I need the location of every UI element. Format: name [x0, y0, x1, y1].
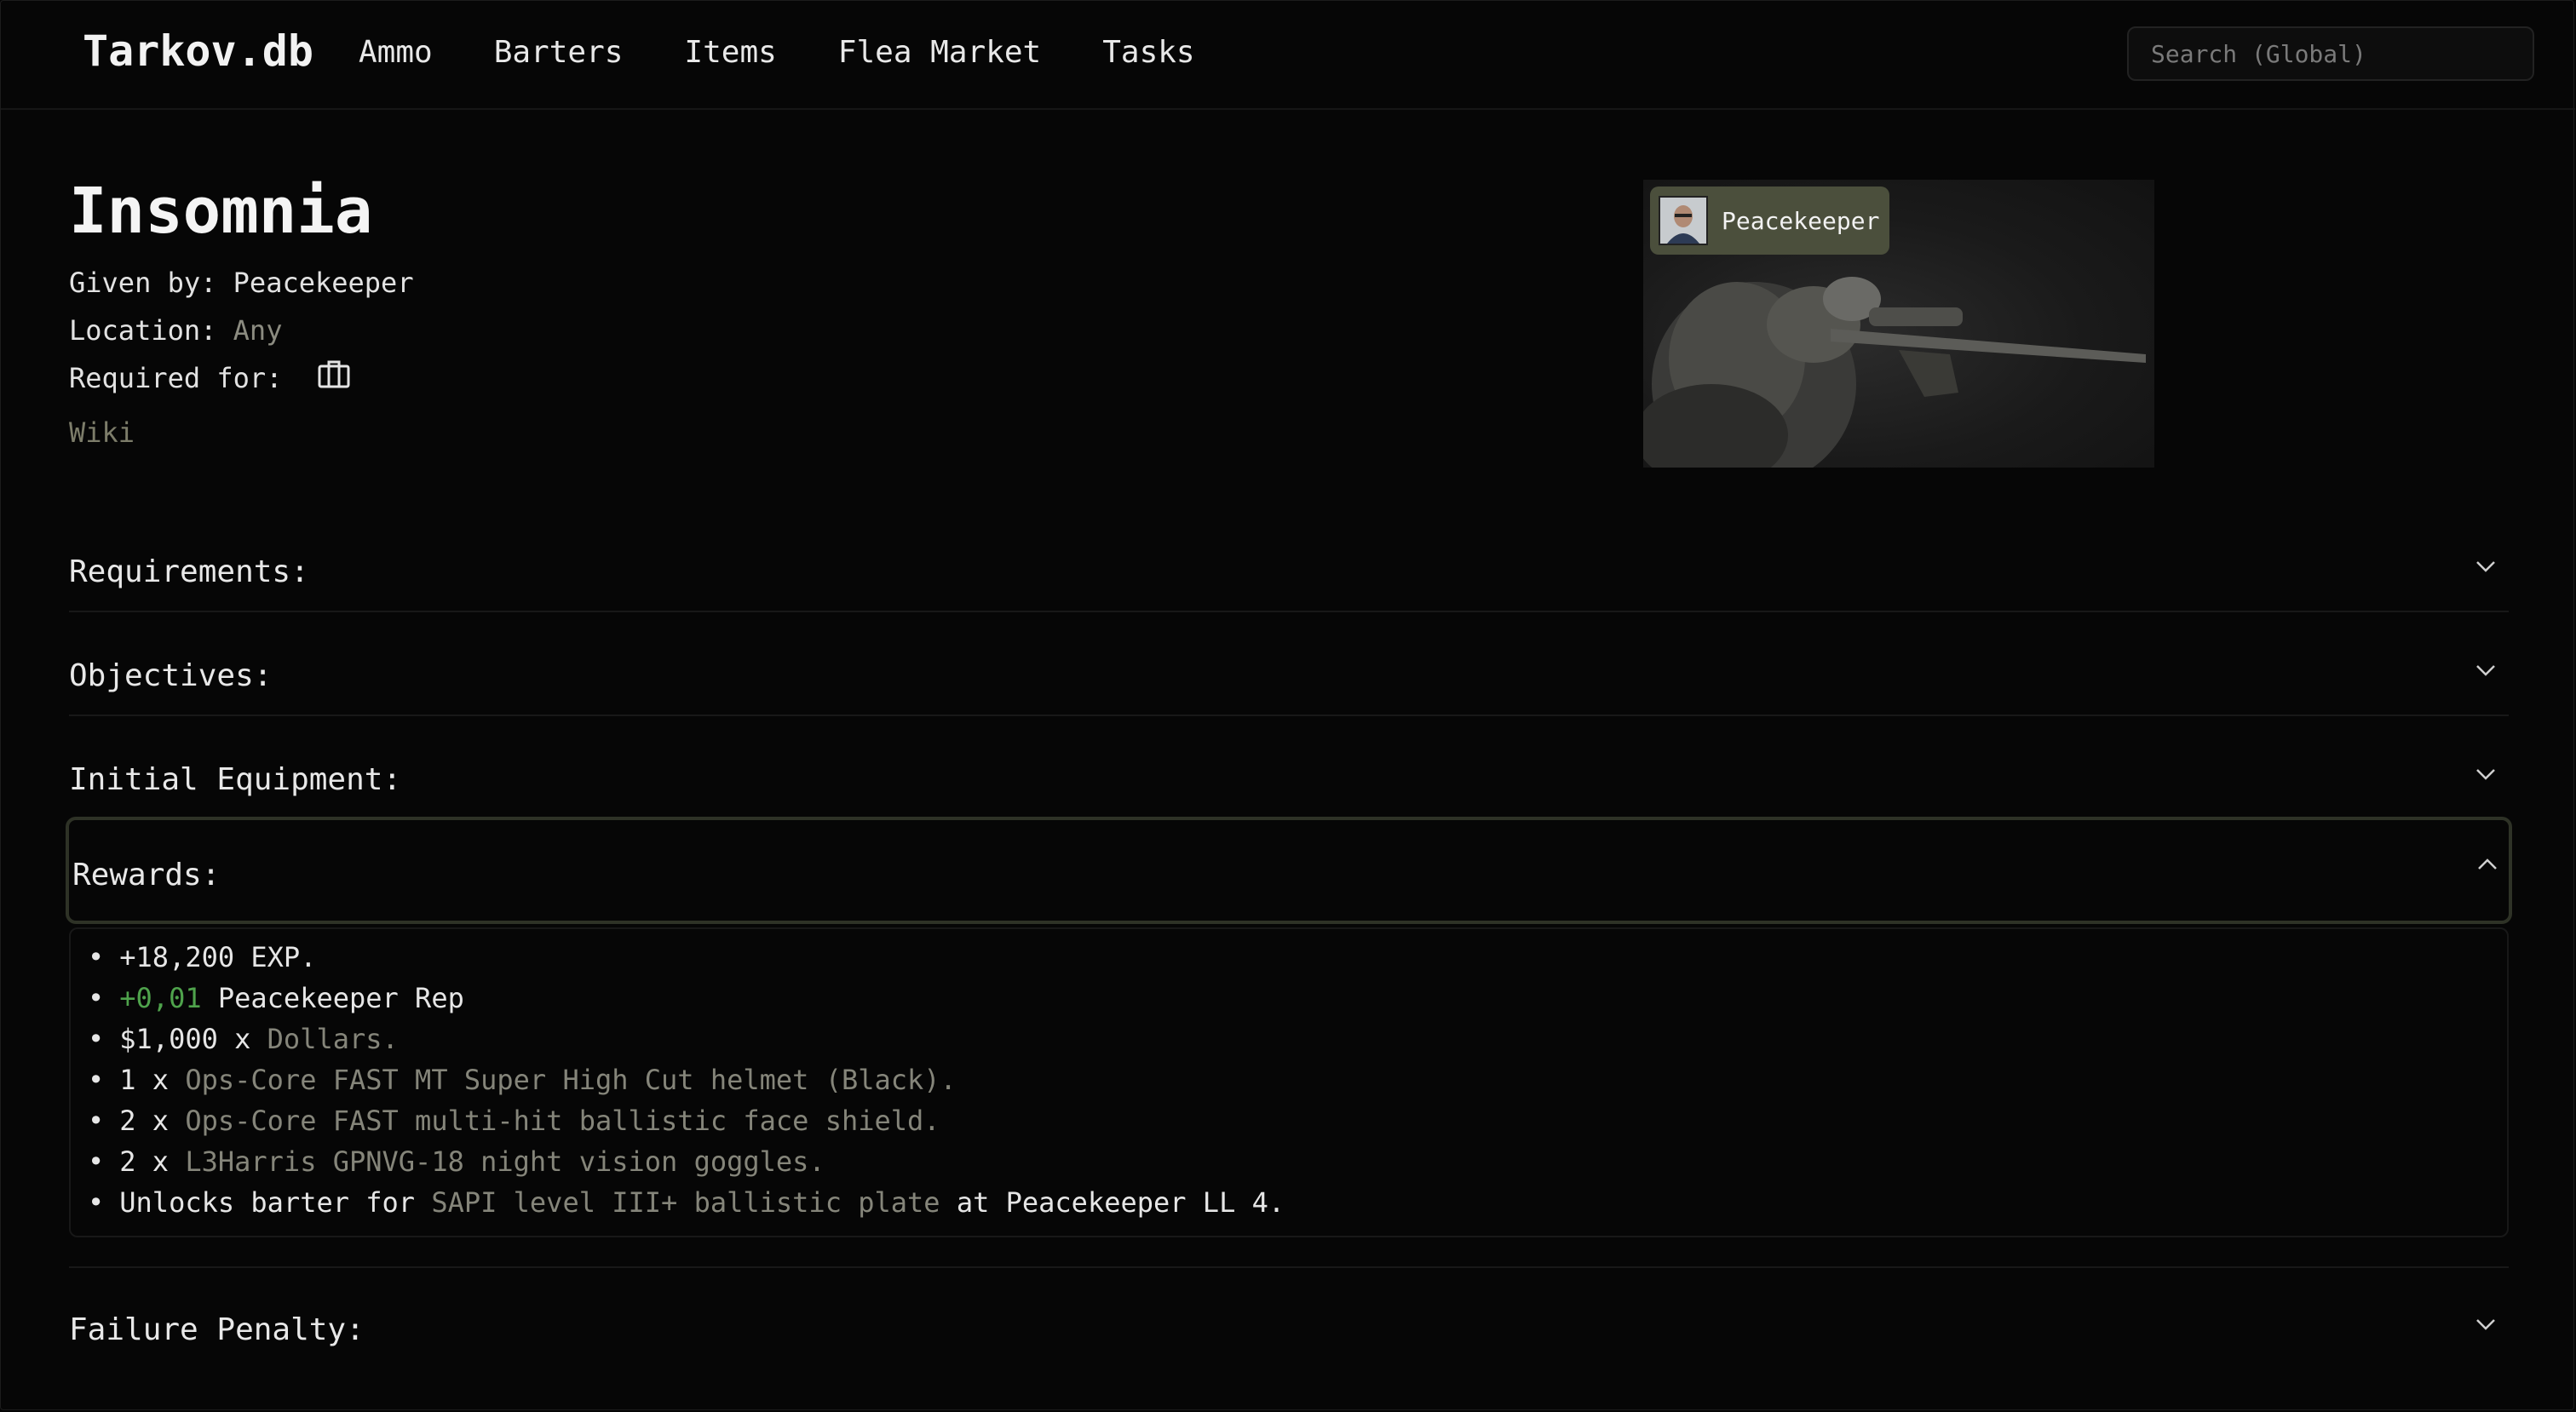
- section-objectives-label: Objectives:: [69, 658, 273, 693]
- location-line: Location: Any: [69, 314, 282, 347]
- briefcase-icon[interactable]: [318, 359, 350, 395]
- reward-item: • 2 x L3Harris GPNVG-18 night vision gogg…: [88, 1145, 825, 1178]
- item-link-sapi-plate[interactable]: SAPI level III+ ballistic plate: [431, 1186, 940, 1219]
- given-by-line: Given by: Peacekeeper: [69, 267, 414, 299]
- task-title: Insomnia: [69, 175, 373, 248]
- nav-barters[interactable]: Barters: [494, 35, 624, 70]
- item-link-face-shield[interactable]: Ops-Core FAST multi-hit ballistic face s…: [185, 1105, 940, 1137]
- section-requirements-label: Requirements:: [69, 554, 309, 589]
- chevron-down-icon: [2475, 1317, 2497, 1335]
- reward-item: • 1 x Ops-Core FAST MT Super High Cut hel…: [88, 1064, 957, 1096]
- rep-label: Peacekeeper Rep: [217, 982, 464, 1014]
- location-label: Location:: [69, 314, 217, 347]
- nav-items[interactable]: Items: [684, 35, 776, 70]
- app-window: Tarkov.db Ammo Barters Items Flea Market…: [0, 0, 2575, 1410]
- rep-value: +0,01: [119, 982, 202, 1014]
- section-rewards-label: Rewards:: [72, 858, 221, 893]
- section-rewards[interactable]: Rewards:: [66, 817, 2512, 924]
- item-link-dollars[interactable]: Dollars.: [267, 1023, 399, 1055]
- item-link-helmet[interactable]: Ops-Core FAST MT Super High Cut helmet (…: [185, 1064, 956, 1096]
- wiki-link[interactable]: Wiki: [69, 416, 135, 449]
- reward-item: • 2 x Ops-Core FAST multi-hit ballistic f…: [88, 1105, 940, 1137]
- section-requirements[interactable]: Requirements:: [69, 510, 2509, 612]
- reward-exp: • +18,200 EXP.: [88, 941, 317, 973]
- reward-money: • $1,000 x Dollars.: [88, 1023, 399, 1055]
- trader-avatar: [1659, 196, 1708, 245]
- chevron-down-icon: [2475, 560, 2497, 577]
- required-for-label: Required for:: [69, 362, 283, 394]
- reward-barter-unlock: • Unlocks barter for SAPI level III+ ball…: [88, 1186, 1285, 1219]
- trader-name: Peacekeeper: [1722, 206, 1880, 235]
- section-initial-equipment[interactable]: Initial Equipment:: [69, 718, 2509, 820]
- nav-tasks[interactable]: Tasks: [1102, 35, 1194, 70]
- section-initial-equipment-label: Initial Equipment:: [69, 762, 402, 797]
- global-search-input[interactable]: [2127, 26, 2534, 81]
- nav-flea-market[interactable]: Flea Market: [838, 35, 1041, 70]
- section-failure-penalty[interactable]: Failure Penalty:: [69, 1266, 2509, 1369]
- section-objectives[interactable]: Objectives:: [69, 614, 2509, 716]
- main-nav: Ammo Barters Items Flea Market Tasks: [359, 35, 1195, 70]
- trader-badge[interactable]: Peacekeeper: [1650, 187, 1890, 255]
- nav-ammo[interactable]: Ammo: [359, 35, 433, 70]
- rewards-list: • +18,200 EXP. • +0,01 Peacekeeper Rep • $1…: [69, 927, 2509, 1237]
- item-link-nvg[interactable]: L3Harris GPNVG-18 night vision goggles.: [185, 1145, 825, 1178]
- required-for-line: Required for:: [69, 359, 350, 395]
- chevron-down-icon: [2475, 663, 2497, 680]
- chevron-up-icon: [2476, 858, 2498, 875]
- location-value: Any: [233, 314, 283, 347]
- brand-logo[interactable]: Tarkov.db: [83, 26, 313, 76]
- reward-reputation: • +0,01 Peacekeeper Rep: [88, 982, 464, 1014]
- top-navbar: Tarkov.db Ammo Barters Items Flea Market…: [1, 1, 2575, 110]
- task-image: Peacekeeper: [1643, 180, 2154, 468]
- given-by-value: Peacekeeper: [233, 267, 414, 299]
- section-failure-penalty-label: Failure Penalty:: [69, 1312, 365, 1347]
- given-by-label: Given by:: [69, 267, 217, 299]
- chevron-down-icon: [2475, 767, 2497, 784]
